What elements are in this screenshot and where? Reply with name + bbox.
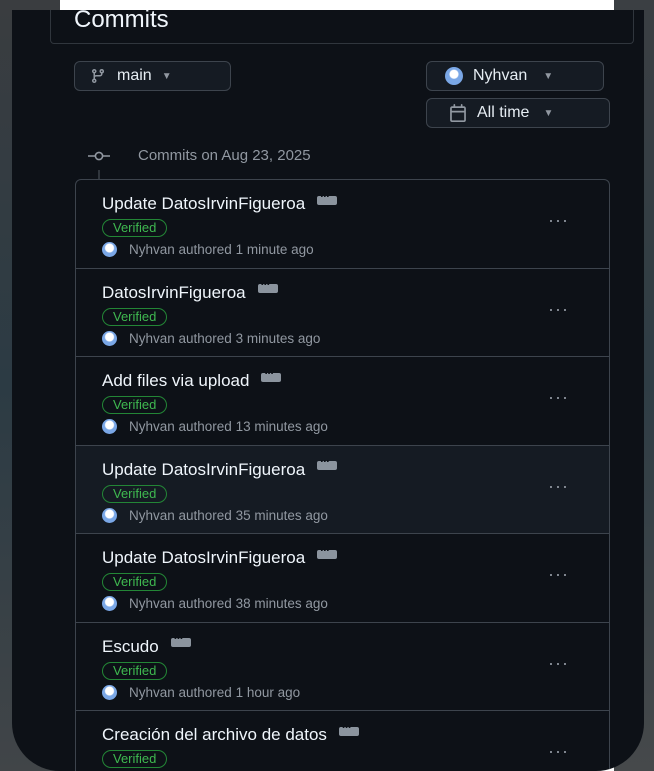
- commit-byline: Nyhvan authored 38 minutes ago: [129, 596, 328, 611]
- verified-badge[interactable]: Verified: [102, 307, 168, 326]
- ellipsis-expand-icon[interactable]: [317, 189, 338, 205]
- kebab-horizontal-icon[interactable]: ···: [548, 476, 569, 497]
- commit-row[interactable]: Add files via upload Verified Nyhvan aut…: [76, 357, 609, 446]
- ellipsis-expand-icon[interactable]: [317, 454, 338, 470]
- ellipsis-expand-icon[interactable]: [257, 277, 278, 293]
- avatar[interactable]: [102, 684, 117, 700]
- kebab-horizontal-icon[interactable]: ···: [548, 210, 569, 231]
- commit-date-label: Commits on Aug 23, 2025: [138, 147, 311, 164]
- commit-byline: Nyhvan authored 3 minutes ago: [129, 330, 321, 346]
- commit-date-group-header: Commits on Aug 23, 2025: [88, 147, 311, 164]
- chevron-down-icon: ▼: [543, 70, 554, 82]
- avatar[interactable]: [102, 507, 117, 523]
- kebab-horizontal-icon[interactable]: ···: [548, 387, 569, 408]
- git-commit-icon: [88, 149, 110, 163]
- avatar[interactable]: [102, 330, 117, 346]
- commit-row[interactable]: DatosIrvinFigueroa Verified Nyhvan autho…: [76, 269, 609, 357]
- commit-message[interactable]: Add files via upload: [102, 371, 249, 391]
- commit-byline: Nyhvan authored 1 hour ago: [129, 684, 301, 700]
- commit-message[interactable]: Update DatosIrvinFigueroa: [102, 194, 305, 214]
- git-branch-icon: [87, 66, 109, 86]
- commit-row[interactable]: Update DatosIrvinFigueroa Verified Nyhva…: [76, 534, 609, 623]
- verified-badge[interactable]: Verified: [102, 484, 168, 503]
- commit-byline: Nyhvan authored 1 minute ago: [129, 242, 314, 257]
- author-label: Nyhvan: [473, 67, 528, 84]
- verified-badge[interactable]: Verified: [102, 661, 168, 680]
- ellipsis-expand-icon[interactable]: [338, 720, 359, 736]
- commit-message[interactable]: Creación del archivo de datos: [102, 725, 327, 745]
- commit-row[interactable]: Creación del archivo de datos Verified ·…: [76, 711, 609, 771]
- ellipsis-expand-icon[interactable]: [170, 631, 191, 647]
- verified-badge[interactable]: Verified: [102, 750, 168, 768]
- commit-row[interactable]: Update DatosIrvinFigueroa Verified Nyhva…: [76, 445, 609, 534]
- commit-message[interactable]: Update DatosIrvinFigueroa: [102, 548, 305, 568]
- verified-badge[interactable]: Verified: [102, 396, 168, 414]
- commit-byline: Nyhvan authored 35 minutes ago: [129, 507, 328, 523]
- kebab-horizontal-icon[interactable]: ···: [548, 564, 569, 585]
- commit-message[interactable]: Escudo: [102, 637, 159, 657]
- branch-label: main: [117, 67, 152, 84]
- verified-badge[interactable]: Verified: [102, 573, 168, 591]
- ellipsis-expand-icon[interactable]: [261, 366, 282, 382]
- kebab-horizontal-icon[interactable]: ···: [548, 653, 569, 674]
- kebab-horizontal-icon[interactable]: ···: [548, 299, 569, 320]
- commit-byline: Nyhvan authored 13 minutes ago: [129, 419, 328, 434]
- commit-row[interactable]: Escudo Verified Nyhvan authored 1 hour a…: [76, 623, 609, 711]
- avatar[interactable]: [102, 419, 117, 434]
- verified-badge[interactable]: Verified: [102, 219, 168, 237]
- avatar: [445, 67, 463, 85]
- page-title: Commits: [74, 10, 169, 33]
- commit-list: Update DatosIrvinFigueroa Verified Nyhva…: [75, 179, 610, 771]
- branch-selector-button[interactable]: main ▼: [74, 61, 231, 91]
- avatar[interactable]: [102, 242, 117, 257]
- time-label: All time: [477, 104, 530, 121]
- commits-screen: Commits main ▼ Nyhvan ▼ All time ▼ Commi…: [12, 10, 644, 771]
- commit-row[interactable]: Update DatosIrvinFigueroa Verified Nyhva…: [76, 180, 609, 269]
- calendar-icon: [447, 103, 469, 123]
- commit-message[interactable]: Update DatosIrvinFigueroa: [102, 460, 305, 480]
- chevron-down-icon: ▼: [543, 107, 554, 119]
- ellipsis-expand-icon[interactable]: [317, 543, 338, 559]
- avatar[interactable]: [102, 596, 117, 611]
- author-filter-button[interactable]: Nyhvan ▼: [426, 61, 604, 91]
- chevron-down-icon: ▼: [161, 70, 172, 82]
- time-filter-button[interactable]: All time ▼: [426, 98, 610, 128]
- commit-message[interactable]: DatosIrvinFigueroa: [102, 283, 246, 303]
- kebab-horizontal-icon[interactable]: ···: [548, 741, 569, 762]
